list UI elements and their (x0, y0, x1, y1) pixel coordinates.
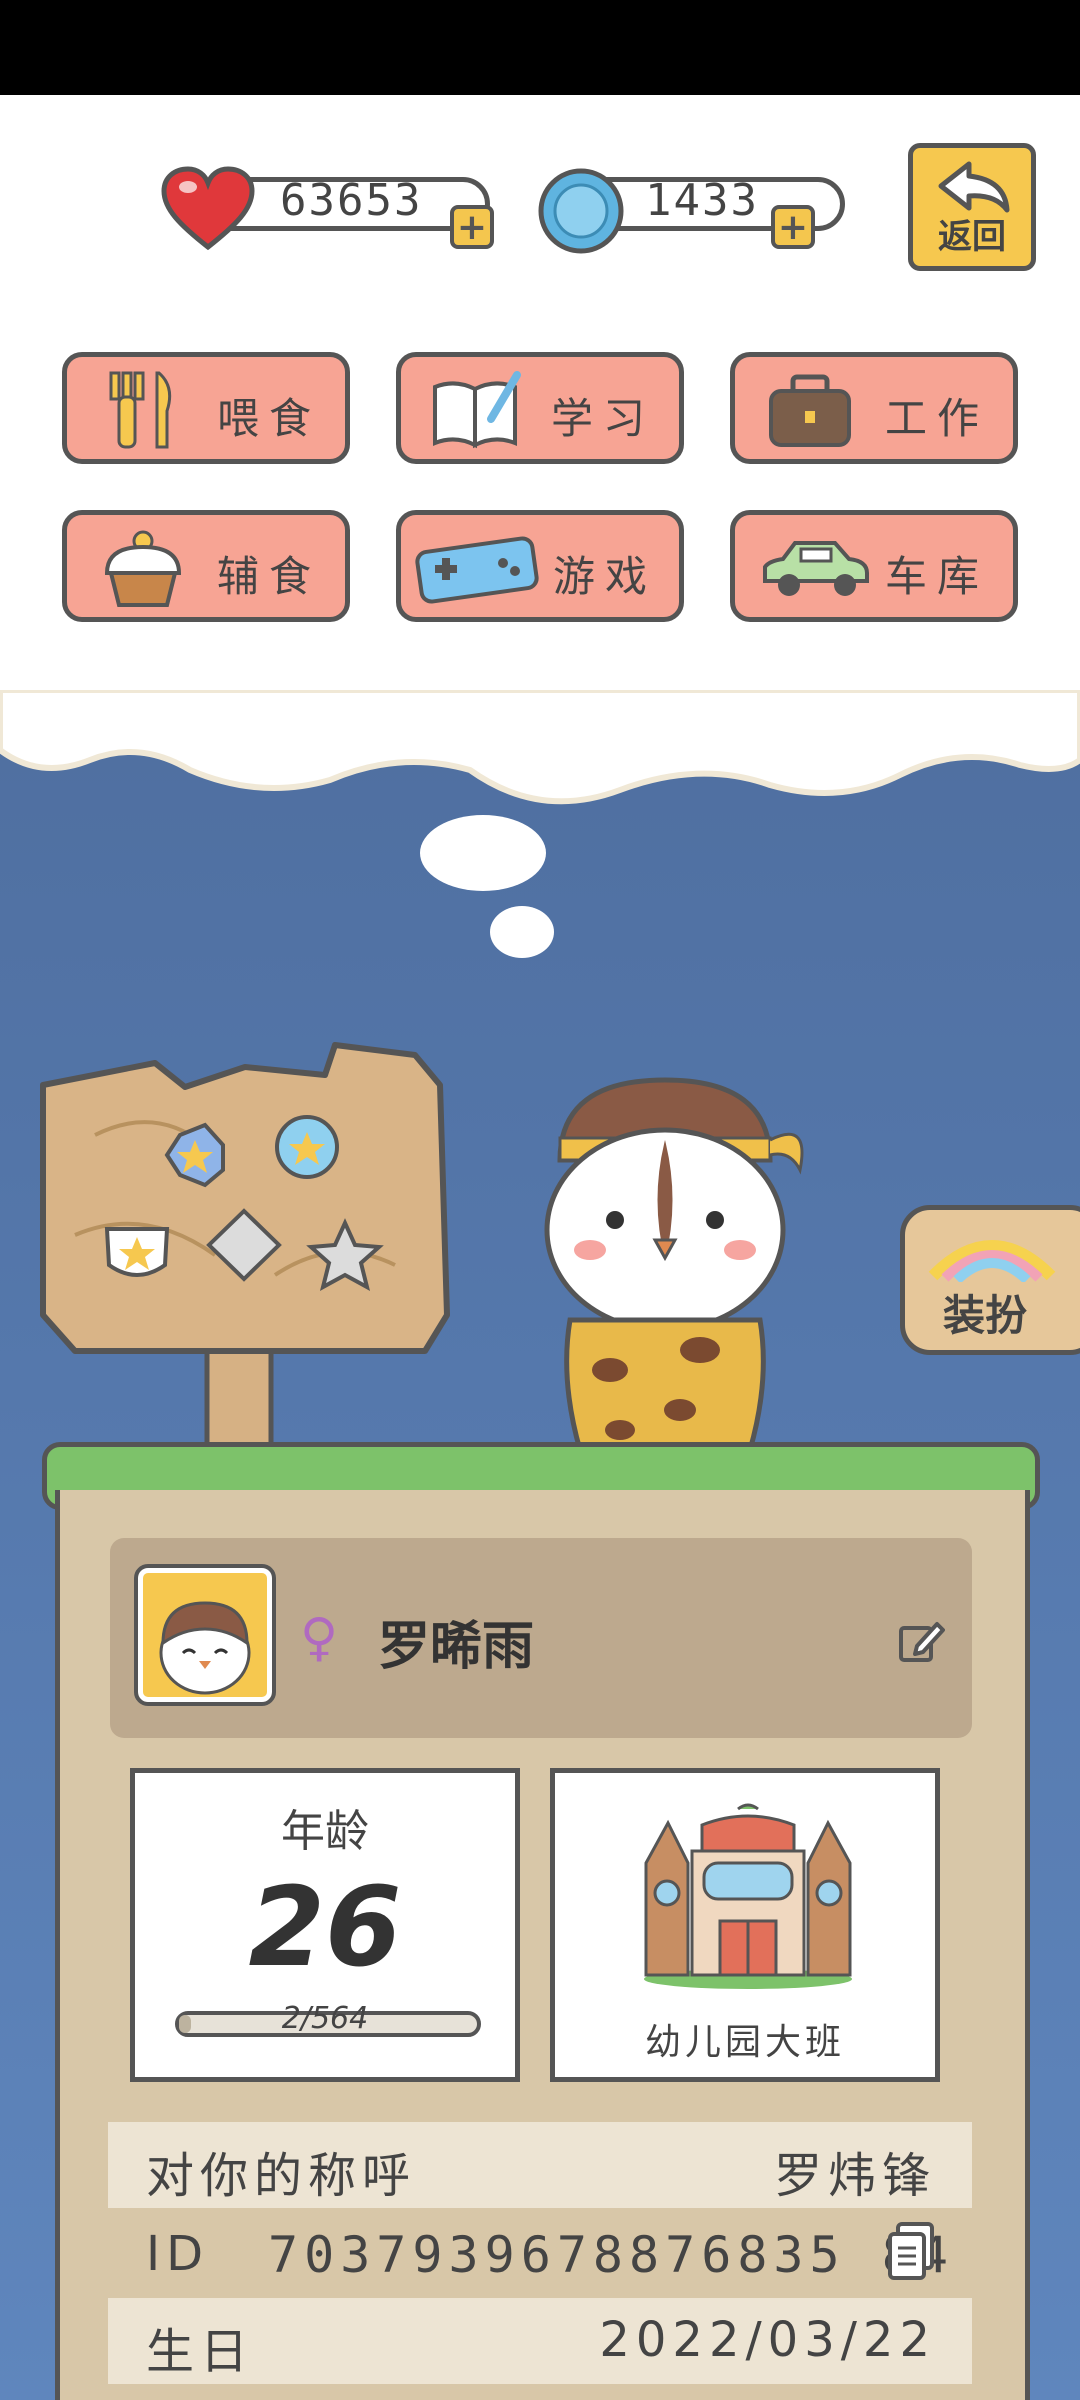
id-key: ID (146, 2226, 210, 2282)
feed-label: 喂食 (217, 394, 322, 443)
add-coins-button[interactable]: + (771, 205, 815, 249)
add-hearts-button[interactable]: + (450, 205, 494, 249)
feed-button[interactable]: 喂食 (62, 352, 350, 464)
coin-icon (538, 168, 624, 254)
back-button[interactable]: 返回 (908, 143, 1036, 271)
school-level-label: 幼儿园大班 (644, 2022, 845, 2063)
profile-card: ♀ 罗晞雨 (110, 1538, 972, 1738)
game-label: 游戏 (553, 552, 658, 601)
badge-signboard (40, 1042, 450, 1455)
age-label: 年龄 (281, 1806, 369, 1857)
heart-icon (161, 166, 255, 251)
snack-button[interactable]: 辅食 (62, 510, 350, 622)
study-button[interactable]: 学习 (396, 352, 684, 464)
fork-knife-icon (109, 371, 172, 449)
status-bar (0, 0, 1080, 95)
thought-bubble-small (490, 906, 554, 958)
dress-up-label: 装扮 (943, 1291, 1028, 1340)
rainbow-icon (928, 1240, 1056, 1282)
work-button[interactable]: 工作 (730, 352, 1018, 464)
age-value: 26 (248, 1863, 402, 1991)
garage-label: 车库 (885, 552, 990, 601)
book-pen-icon (433, 371, 521, 449)
thought-bubble-large (420, 815, 546, 891)
badge-shield (104, 1227, 170, 1277)
badge-flower-2 (275, 1115, 339, 1179)
car-icon (763, 541, 869, 596)
age-card: 年龄 26 2/564 (130, 1768, 520, 2082)
hearts-counter: 63653 + (160, 165, 510, 251)
edit-icon[interactable] (895, 1616, 945, 1666)
avatar[interactable] (134, 1564, 276, 1706)
penguin-character[interactable] (500, 1050, 830, 1480)
dress-up-button[interactable]: 装扮 (900, 1205, 1080, 1355)
copy-icon[interactable] (886, 2220, 936, 2282)
age-progress-text: 2/564 (281, 2001, 369, 2036)
birthday-value: 2022/03/22 (599, 2312, 936, 2368)
gamepad-icon (415, 536, 539, 604)
back-label: 返回 (938, 217, 1006, 257)
game-button[interactable]: 游戏 (396, 510, 684, 622)
id-value: 7037939678876835 84 (268, 2226, 954, 2284)
study-label: 学习 (551, 394, 656, 443)
coins-counter: 1433 + (535, 165, 845, 254)
hearts-value: 63653 (280, 175, 423, 226)
penguin-avatar-icon (159, 1601, 251, 1695)
briefcase-icon (769, 374, 851, 447)
nickname-key: 对你的称呼 (146, 2148, 417, 2204)
birthday-key: 生日 (146, 2324, 255, 2380)
school-card[interactable]: 幼儿园大班 (550, 1768, 940, 2082)
cloud-edge (0, 690, 1080, 805)
gender-female-icon: ♀ (300, 1608, 339, 1668)
pet-name: 罗晞雨 (378, 1617, 535, 1677)
kindergarten-building-icon (644, 1803, 852, 1989)
work-label: 工作 (885, 394, 990, 443)
cupcake-icon (104, 530, 182, 607)
garage-button[interactable]: 车库 (730, 510, 1018, 622)
id-row: ID 7037939678876835 84 (108, 2212, 972, 2298)
snack-label: 辅食 (217, 552, 322, 601)
coins-value: 1433 (645, 175, 759, 226)
birthday-row: 生日 2022/03/22 (108, 2298, 972, 2384)
nickname-row: 对你的称呼 罗炜锋 (108, 2122, 972, 2208)
nickname-value: 罗炜锋 (773, 2148, 936, 2204)
